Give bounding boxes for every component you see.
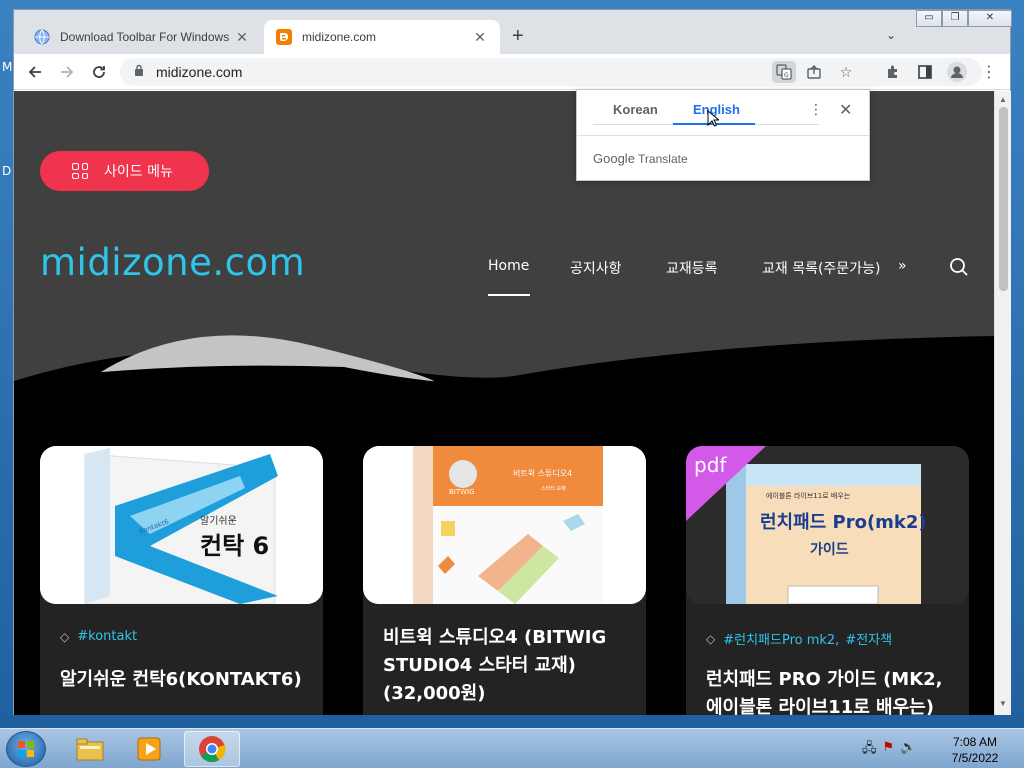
- url-text: midizone.com: [156, 64, 243, 80]
- tag-link[interactable]: #런치패드Pro mk2,: [723, 629, 839, 648]
- start-button[interactable]: [6, 731, 46, 767]
- grid-icon: [72, 163, 88, 179]
- nav-textbook-list[interactable]: 교재 목록(주문가능): [762, 258, 880, 278]
- close-tab-icon[interactable]: ✕: [472, 29, 488, 46]
- tag-link[interactable]: #kontakt: [77, 629, 137, 644]
- site-logo[interactable]: midizone.com: [40, 241, 305, 284]
- folder-icon: [76, 738, 104, 761]
- close-window-button[interactable]: ✕: [968, 10, 1012, 27]
- post-thumbnail[interactable]: BITWIG 비트윅 스튜디오4 스타터 교재: [363, 446, 646, 604]
- tab-title: Download Toolbar For Windows: [60, 30, 230, 44]
- pdf-badge: pdf: [694, 453, 727, 477]
- window-controls: ▭ ❐ ✕: [916, 10, 1012, 27]
- google-translate-branding: Google Translate: [593, 151, 688, 166]
- browser-toolbar: midizone.com G ☆ ⋮: [14, 54, 1010, 90]
- tag-icon: ◇: [706, 631, 716, 646]
- svg-text:G: G: [784, 72, 789, 79]
- post-card-launchpad[interactable]: pdf 에이블톤 라이브11로 배우는 런치패드 Pro(mk2) 가이드 ◇ …: [686, 446, 969, 715]
- cover-subtitle: 스타터 교재: [541, 485, 566, 492]
- scroll-down-icon[interactable]: ▼: [999, 699, 1007, 708]
- taskbar-chrome-button[interactable]: [184, 731, 240, 767]
- page-viewport: 사이드 메뉴 midizone.com Home 공지사항 교재등록 교재 목록…: [14, 91, 994, 715]
- network-icon[interactable]: 🖧: [862, 739, 877, 761]
- side-menu-button[interactable]: 사이드 메뉴: [40, 151, 209, 191]
- nav-home[interactable]: Home: [488, 258, 529, 274]
- taskbar-media-player-button[interactable]: [122, 731, 178, 767]
- cover-brand: BITWIG: [449, 488, 475, 496]
- taskbar-explorer-button[interactable]: [62, 731, 118, 767]
- translate-popup: Korean English ⋮ ✕ Google Translate: [576, 89, 870, 181]
- media-player-icon: [137, 737, 161, 761]
- chrome-icon: [199, 736, 226, 763]
- cover-text: 에이블톤 라이브11로 배우는: [766, 491, 851, 500]
- reload-icon[interactable]: [88, 61, 110, 83]
- post-title[interactable]: 알기쉬운 컨탁6(KONTAKT6): [60, 666, 310, 694]
- desktop-label: M: [2, 60, 13, 74]
- side-menu-label: 사이드 메뉴: [104, 164, 173, 180]
- back-arrow-icon[interactable]: [24, 61, 46, 83]
- header-wave: [14, 335, 994, 421]
- tab-midizone[interactable]: midizone.com ✕: [264, 20, 500, 54]
- search-icon[interactable]: [949, 257, 969, 277]
- google-wordmark: Google: [593, 151, 635, 166]
- mouse-cursor-icon: [707, 110, 719, 127]
- cover-text: 알기쉬운: [200, 515, 237, 527]
- post-card-kontakt[interactable]: 알기쉬운 컨탁 6 Kontakt6 ◇ #kontakt 알기쉬운 컨탁6(K…: [40, 446, 323, 715]
- tag-icon: ◇: [60, 629, 70, 644]
- action-center-flag-icon[interactable]: ⚑: [883, 739, 895, 761]
- volume-icon[interactable]: 🔈: [900, 739, 916, 761]
- translate-label: Translate: [638, 152, 688, 166]
- post-title[interactable]: 런치패드 PRO 가이드 (MK2, 에이블톤 라이브11로 배우는): [706, 666, 956, 715]
- nav-textbook-register[interactable]: 교재등록: [666, 258, 718, 278]
- page-scrollbar[interactable]: ▲ ▼: [994, 91, 1011, 715]
- clock-date: 7/5/2022: [951, 751, 999, 765]
- minimize-button[interactable]: ▭: [916, 10, 942, 27]
- post-title[interactable]: 비트윅 스튜디오4 (BITWIG STUDIO4 스타터 교재) (32,00…: [383, 624, 633, 708]
- nav-more-icon[interactable]: »: [898, 258, 907, 274]
- post-thumbnail[interactable]: 알기쉬운 컨탁 6 Kontakt6: [40, 446, 323, 604]
- bookmark-star-icon[interactable]: ☆: [834, 61, 858, 83]
- cover-title: 비트윅 스튜디오4: [513, 469, 572, 478]
- post-tags: ◇ #kontakt: [60, 629, 137, 644]
- share-icon[interactable]: [802, 61, 826, 83]
- source-language-tab[interactable]: Korean: [613, 102, 658, 117]
- post-card-bitwig[interactable]: BITWIG 비트윅 스튜디오4 스타터 교재 비트윅 스튜디오4 (BITWI…: [363, 446, 646, 715]
- tab-download-toolbar[interactable]: Download Toolbar For Windows ✕: [22, 20, 262, 54]
- cover-title: 런치패드 Pro(mk2): [760, 512, 927, 533]
- close-icon[interactable]: ✕: [839, 100, 852, 120]
- nav-notice[interactable]: 공지사항: [570, 258, 622, 278]
- address-bar[interactable]: midizone.com G ☆: [120, 58, 982, 86]
- tab-title: midizone.com: [302, 30, 377, 44]
- blogger-icon: [276, 29, 292, 45]
- scroll-up-icon[interactable]: ▲: [999, 95, 1007, 104]
- taskbar: 🖧 ⚑ 🔈 7:08 AM 7/5/2022: [0, 728, 1024, 768]
- cover-title: 컨탁 6: [200, 532, 269, 560]
- system-tray: 🖧 ⚑ 🔈: [862, 739, 916, 761]
- chevron-down-icon[interactable]: ⌄: [886, 28, 896, 42]
- translate-icon[interactable]: G: [772, 61, 796, 83]
- tag-link[interactable]: #전자책: [845, 629, 892, 648]
- profile-avatar-icon[interactable]: [946, 61, 968, 83]
- post-thumbnail[interactable]: pdf 에이블톤 라이브11로 배우는 런치패드 Pro(mk2) 가이드: [686, 446, 969, 604]
- forward-arrow-icon[interactable]: [56, 61, 78, 83]
- close-tab-icon[interactable]: ✕: [234, 29, 250, 46]
- extensions-puzzle-icon[interactable]: [882, 61, 904, 83]
- clock-time: 7:08 AM: [952, 735, 998, 749]
- restore-button[interactable]: ❐: [942, 10, 968, 27]
- desktop-label: D: [2, 164, 12, 178]
- kebab-menu-icon[interactable]: ⋮: [978, 61, 1000, 83]
- post-tags: ◇ #런치패드Pro mk2, #전자책: [706, 629, 892, 649]
- new-tab-button[interactable]: +: [512, 26, 524, 46]
- system-clock[interactable]: 7:08 AM 7/5/2022: [946, 734, 1004, 766]
- translate-options-icon[interactable]: ⋮: [809, 101, 823, 118]
- cover-subtitle: 가이드: [810, 541, 849, 558]
- lock-icon[interactable]: [134, 64, 144, 79]
- nav-active-indicator: [488, 294, 530, 296]
- scrollbar-thumb[interactable]: [999, 107, 1008, 291]
- divider: [577, 135, 869, 136]
- side-panel-icon[interactable]: [914, 61, 936, 83]
- tab-strip: Download Toolbar For Windows ✕ midizone.…: [14, 10, 1012, 54]
- globe-icon: [34, 29, 50, 45]
